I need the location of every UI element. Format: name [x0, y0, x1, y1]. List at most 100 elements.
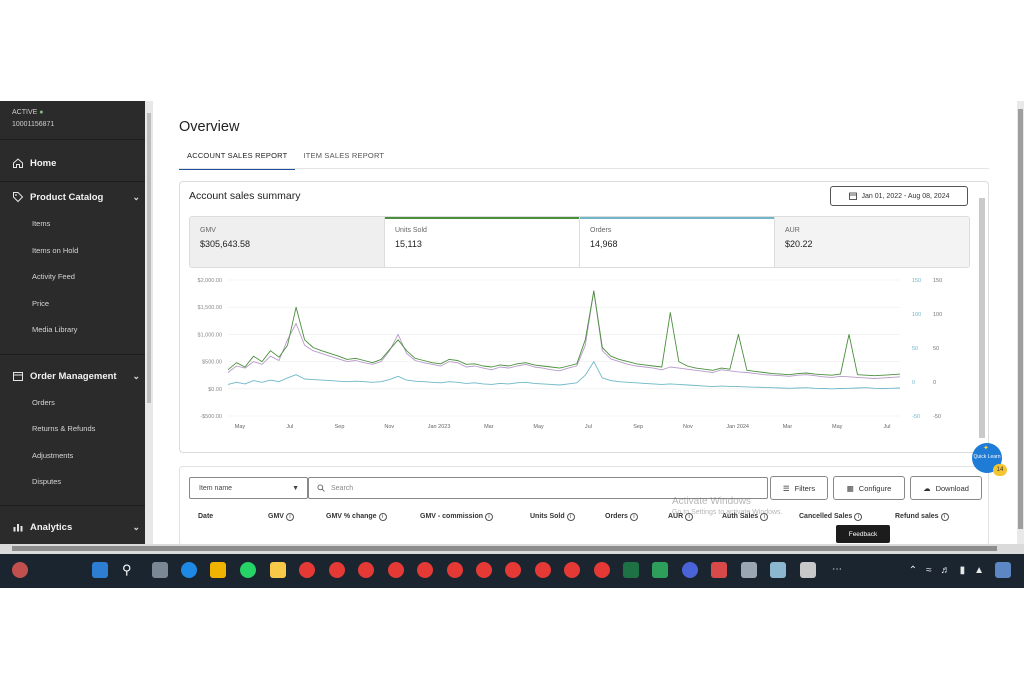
notification-icon[interactable]: ▲ — [974, 565, 984, 576]
edge-icon[interactable] — [181, 562, 197, 578]
app-icon[interactable] — [800, 562, 816, 578]
date-range-button[interactable]: Jan 01, 2022 - Aug 08, 2024 — [830, 186, 968, 206]
info-icon[interactable]: i — [940, 513, 949, 521]
scrollbar-thumb[interactable] — [1018, 109, 1023, 529]
task-view-icon[interactable] — [152, 562, 168, 578]
report-tabs: ACCOUNT SALES REPORT ITEM SALES REPORT — [179, 149, 392, 170]
chrome-icon[interactable] — [329, 562, 345, 578]
search-icon — [317, 484, 325, 492]
sidebar-item-disputes[interactable]: Disputes — [32, 477, 61, 486]
x-tick-label: Sep — [335, 424, 345, 430]
file-explorer-icon[interactable] — [270, 562, 286, 578]
info-icon[interactable]: i — [485, 513, 494, 521]
tab-item-sales-report[interactable]: ITEM SALES REPORT — [295, 149, 392, 170]
sidebar-item-items-on-hold[interactable]: Items on Hold — [32, 246, 78, 255]
metric-orders[interactable]: Orders 14,968 — [580, 217, 775, 267]
tag-icon — [13, 192, 24, 203]
search-icon[interactable]: ⚲ — [122, 562, 138, 578]
app-icon[interactable] — [682, 562, 698, 578]
sidebar-item-media-library[interactable]: Media Library — [32, 325, 77, 334]
column-header-cancelled-sales[interactable]: Cancelled Sales i — [799, 513, 863, 521]
download-button[interactable]: ☁ Download — [910, 476, 982, 500]
metric-aur[interactable]: AUR $20.22 — [775, 217, 969, 267]
status-dot-icon: ● — [39, 109, 44, 116]
column-label: Units Sold — [530, 513, 565, 520]
chrome-icon[interactable] — [299, 562, 315, 578]
y-tick-label: $2,000.00 — [198, 278, 222, 284]
horizontal-scrollbar[interactable] — [0, 544, 1024, 554]
page-scrollbar[interactable] — [1017, 101, 1024, 544]
info-icon[interactable]: i — [629, 513, 638, 521]
chrome-icon[interactable] — [505, 562, 521, 578]
weather-widget-icon[interactable] — [12, 562, 28, 578]
item-name-select[interactable]: Item name ▼ — [189, 477, 308, 499]
notes-icon[interactable] — [210, 562, 226, 578]
app-icon[interactable] — [652, 562, 668, 578]
app-icon[interactable] — [770, 562, 786, 578]
column-header-date[interactable]: Date — [198, 513, 213, 520]
caret-down-icon: ▼ — [292, 484, 299, 492]
sidebar-item-activity-feed[interactable]: Activity Feed — [32, 272, 75, 281]
info-icon[interactable]: i — [854, 513, 863, 521]
metric-accent-bar — [580, 217, 774, 219]
column-header-units-sold[interactable]: Units Sold i — [530, 513, 575, 521]
sidebar-item-label: Analytics — [30, 521, 73, 533]
scrollbar-thumb[interactable] — [147, 113, 151, 403]
wifi-icon[interactable]: ≈ — [926, 565, 932, 576]
configure-button[interactable]: ▦ Configure — [833, 476, 905, 500]
sidebar-item-orders[interactable]: Orders — [32, 398, 55, 407]
column-header-orders[interactable]: Orders i — [605, 513, 638, 521]
column-label: GMV % change — [326, 513, 377, 520]
sidebar-item-returns-refunds[interactable]: Returns & Refunds — [32, 424, 95, 433]
sidebar-item-items[interactable]: Items — [32, 219, 50, 228]
chrome-icon[interactable] — [564, 562, 580, 578]
info-icon[interactable]: i — [566, 513, 575, 521]
scrollbar-thumb[interactable] — [979, 198, 985, 438]
scrollbar-thumb[interactable] — [12, 546, 997, 551]
whatsapp-icon[interactable] — [240, 562, 256, 578]
more-icon[interactable]: ⋯ — [829, 562, 845, 578]
copilot-icon[interactable] — [995, 562, 1011, 578]
column-header-gmv-commission[interactable]: GMV - commission i — [420, 513, 494, 521]
metric-value: $305,643.58 — [200, 239, 251, 249]
chevron-down-icon: ⌄ — [132, 370, 140, 381]
excel-icon[interactable] — [623, 562, 639, 578]
sidebar-scrollbar[interactable] — [145, 101, 153, 544]
watermark-subtitle: Go to Settings to activate Windows. — [672, 509, 783, 516]
x-tick-label: Jul — [883, 424, 890, 430]
battery-icon[interactable]: ▮ — [960, 565, 966, 576]
chrome-icon[interactable] — [417, 562, 433, 578]
feedback-button[interactable]: Feedback — [836, 525, 890, 543]
sidebar-item-price[interactable]: Price — [32, 299, 49, 308]
sales-line-chart: $2,000.00 $1,500.00 $1,000.00 $500.00 $0.00 -… — [198, 278, 943, 430]
button-label: Download — [935, 483, 969, 493]
chevron-up-icon[interactable]: ⌃ — [909, 565, 917, 576]
info-icon[interactable]: i — [378, 513, 387, 521]
column-header-gmv-change[interactable]: GMV % change i — [326, 513, 387, 521]
chrome-icon[interactable] — [535, 562, 551, 578]
chrome-icon[interactable] — [388, 562, 404, 578]
info-icon[interactable]: i — [285, 513, 294, 521]
chrome-icon[interactable] — [447, 562, 463, 578]
chrome-icon[interactable] — [358, 562, 374, 578]
sidebar-item-analytics[interactable]: Analytics ⌄ — [12, 521, 140, 533]
sidebar-item-home[interactable]: Home — [12, 157, 140, 169]
sidebar-divider — [0, 139, 145, 140]
column-header-gmv[interactable]: GMV i — [268, 513, 294, 521]
app-icon[interactable] — [741, 562, 757, 578]
metric-units-sold[interactable]: Units Sold 15,113 — [385, 217, 580, 267]
column-header-refund-sales[interactable]: Refund sales i — [895, 513, 949, 521]
start-icon[interactable] — [92, 562, 108, 578]
volume-icon[interactable]: ♬ — [941, 565, 951, 576]
card-scrollbar[interactable] — [978, 186, 986, 450]
tab-account-sales-report[interactable]: ACCOUNT SALES REPORT — [179, 149, 296, 170]
metric-gmv[interactable]: GMV $305,643.58 — [190, 217, 385, 267]
column-label: Cancelled Sales — [799, 513, 853, 520]
app-icon[interactable] — [711, 562, 727, 578]
chrome-icon[interactable] — [594, 562, 610, 578]
sidebar-item-adjustments[interactable]: Adjustments — [32, 451, 73, 460]
chrome-icon[interactable] — [476, 562, 492, 578]
sidebar-item-label: Home — [30, 157, 57, 169]
sidebar-item-product-catalog[interactable]: Product Catalog ⌄ — [12, 191, 140, 203]
sidebar-item-order-management[interactable]: Order Management ⌄ — [12, 370, 140, 382]
